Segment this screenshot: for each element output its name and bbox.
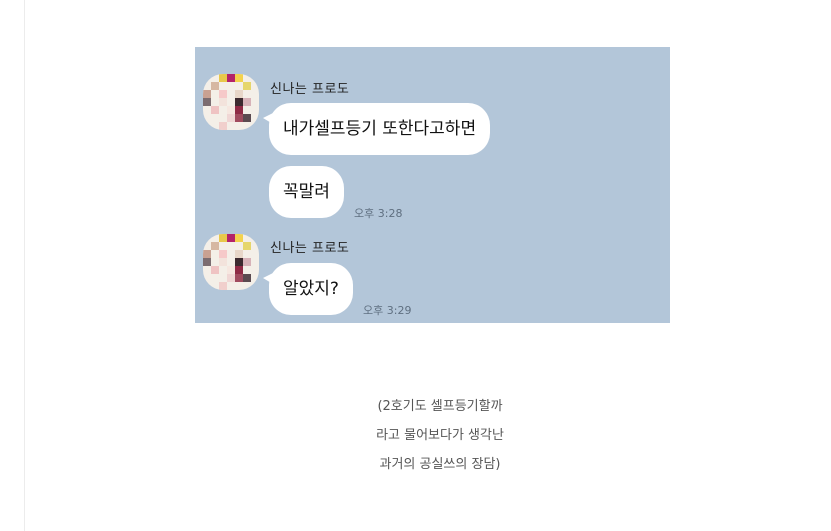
- chat-bubble: 내가셀프등기 또한다고하면: [262, 103, 491, 155]
- sender-avatar: [203, 74, 259, 130]
- chat-bubble: 꼭말려: [269, 166, 344, 218]
- sender-name: 신나는 프로도: [270, 82, 350, 97]
- caption-line: 과거의 공실쓰의 장담): [379, 457, 501, 472]
- caption-line: (2호기도 셀프등기할까: [377, 399, 503, 414]
- chat-screenshot: 신나는 프로도 내가셀프등기 또한다고하면 꼭말려 오후 3:28 신나는 프로…: [195, 47, 670, 323]
- message-timestamp: 오후 3:28: [354, 207, 403, 220]
- post-content: 신나는 프로도 내가셀프등기 또한다고하면 꼭말려 오후 3:28 신나는 프로…: [0, 0, 831, 531]
- message-timestamp: 오후 3:29: [363, 304, 412, 317]
- chat-bubble: 알았지?: [263, 263, 353, 315]
- sender-avatar: [203, 234, 259, 290]
- left-divider: [24, 0, 25, 531]
- sender-name: 신나는 프로도: [270, 241, 350, 256]
- caption-line: 라고 물어보다가 생각난: [376, 428, 504, 443]
